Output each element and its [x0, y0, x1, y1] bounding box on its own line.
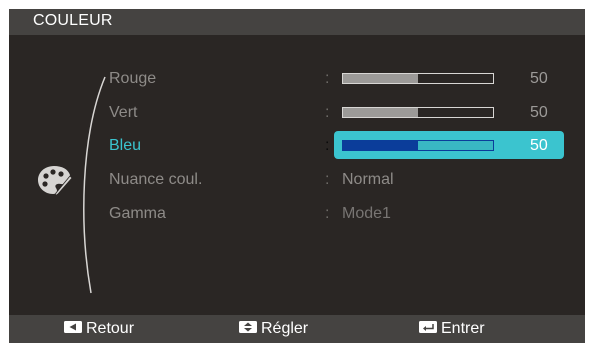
slider-fill	[343, 108, 418, 117]
footer-bar: Retour Régler Entrer	[9, 315, 585, 343]
option-value: Mode1	[342, 205, 391, 222]
menu-item-rouge[interactable]: Rouge : 50	[9, 64, 585, 94]
separator: :	[325, 70, 330, 87]
menu-item-bleu[interactable]: Bleu : 50	[9, 131, 585, 161]
separator: :	[325, 137, 330, 154]
menu-title: COULEUR	[33, 12, 113, 29]
enter-label: Entrer	[441, 320, 485, 337]
separator: :	[325, 104, 330, 121]
separator: :	[325, 205, 330, 222]
separator: :	[325, 171, 330, 188]
title-bar: COULEUR	[9, 9, 585, 35]
back-label: Retour	[86, 320, 135, 337]
bleu-slider[interactable]	[342, 140, 494, 151]
up-down-arrow-key-icon	[239, 321, 257, 334]
menu-item-label: Gamma	[109, 205, 166, 222]
enter-key-icon	[419, 321, 437, 334]
adjust-hint[interactable]: Régler	[239, 315, 308, 343]
menu-item-label: Rouge	[109, 70, 157, 87]
menu-item-nuance-coul[interactable]: Nuance coul. : Normal	[9, 165, 585, 195]
enter-hint[interactable]: Entrer	[419, 315, 485, 343]
vert-slider[interactable]	[342, 107, 494, 118]
menu-item-gamma[interactable]: Gamma : Mode1	[9, 199, 585, 229]
slider-value: 50	[530, 70, 548, 87]
rouge-slider[interactable]	[342, 73, 494, 84]
left-arrow-key-icon	[64, 321, 82, 334]
option-value: Normal	[342, 171, 394, 188]
osd-menu: COULEUR Rouge : 50 Vert : 50 Bleu : 50 N…	[9, 9, 585, 343]
slider-value: 50	[530, 104, 548, 121]
back-hint[interactable]: Retour	[64, 315, 134, 343]
slider-value: 50	[530, 137, 548, 154]
slider-fill	[343, 74, 418, 83]
adjust-label: Régler	[261, 320, 309, 337]
menu-item-label: Bleu	[109, 137, 142, 154]
slider-fill	[343, 141, 418, 150]
menu-item-vert[interactable]: Vert : 50	[9, 98, 585, 128]
menu-item-label: Nuance coul.	[109, 171, 203, 188]
menu-item-label: Vert	[109, 104, 138, 121]
